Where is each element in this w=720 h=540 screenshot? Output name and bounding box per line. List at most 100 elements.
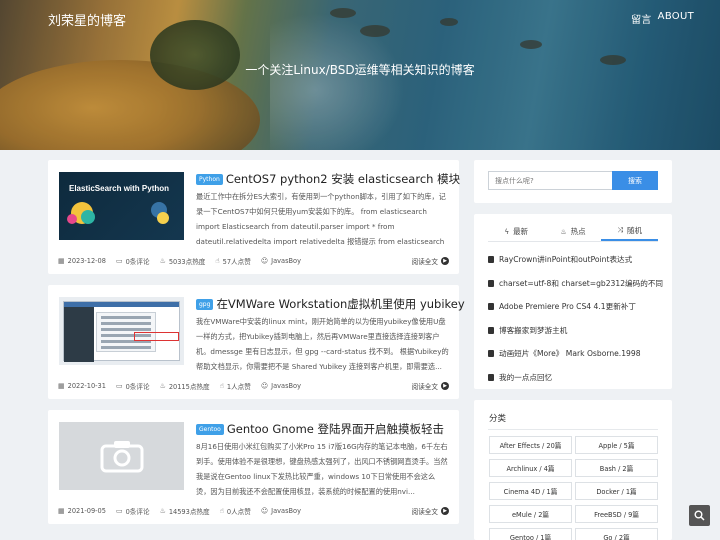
- read-more-link[interactable]: 阅读全文 ▶: [412, 506, 449, 516]
- category-link[interactable]: eMule / 2篇: [489, 505, 572, 523]
- site-tagline: 一个关注Linux/BSD运维等相关知识的博客: [245, 63, 475, 77]
- read-more-link[interactable]: 阅读全文 ▶: [412, 256, 449, 266]
- camera-icon: [100, 441, 143, 473]
- bolt-icon: ϟ: [504, 227, 510, 236]
- floating-search-button[interactable]: [689, 505, 710, 526]
- calendar-icon: ▦: [58, 382, 65, 390]
- thumbs-up-icon: ☝: [215, 257, 220, 265]
- arrow-right-icon: ▶: [441, 382, 449, 390]
- post-thumbnail[interactable]: [59, 422, 184, 490]
- post-tabs: ϟ 最新 ♨ 热点 ⤨ 随机: [488, 222, 659, 242]
- random-posts-list: RayCrown讲inPoint和outPoint表达式 charset=utf…: [488, 248, 664, 389]
- post-comments[interactable]: 0条评论: [126, 506, 150, 516]
- categories-title: 分类: [489, 414, 507, 424]
- user-icon: ☺: [260, 382, 269, 390]
- thumbnail-text: ElasticSearch with Python: [69, 184, 170, 193]
- search-input[interactable]: [488, 171, 612, 190]
- site-brand-link[interactable]: 刘荣星的博客: [48, 10, 126, 29]
- top-nav: 留言 ABOUT: [631, 11, 694, 26]
- book-icon: [488, 373, 494, 381]
- divider: [488, 429, 658, 430]
- search-icon: [694, 510, 705, 521]
- post-likes: 1人点赞: [226, 383, 251, 391]
- calendar-icon: ▦: [58, 257, 65, 265]
- categories-grid: After Effects / 20篇 Apple / 5篇 Archlinux…: [489, 436, 658, 540]
- fire-icon: ♨: [159, 507, 166, 515]
- book-icon: [488, 350, 494, 358]
- user-icon: ☺: [260, 257, 269, 265]
- user-icon: ☺: [260, 507, 269, 515]
- nav-link-about[interactable]: ABOUT: [658, 11, 694, 26]
- post-views: 20115点热度: [168, 383, 210, 391]
- list-item[interactable]: 博客搬家到梦游主机: [488, 319, 664, 343]
- post-title-link[interactable]: 在VMWare Workstation虚拟机里使用 yubikey: [216, 296, 464, 312]
- post-title-link[interactable]: Gentoo Gnome 登陆界面开启触摸板轻击: [227, 421, 444, 437]
- post-thumbnail[interactable]: [59, 297, 184, 365]
- comment-icon: ▭: [115, 257, 123, 265]
- book-icon: [488, 326, 494, 334]
- post-date: 2023-12-08: [67, 257, 106, 265]
- posts-tab-widget: ϟ 最新 ♨ 热点 ⤨ 随机 RayCrown讲inPoint和outPoint表达式…: [474, 214, 672, 389]
- thumbs-up-icon: ☝: [219, 382, 224, 390]
- shuffle-icon: ⤨: [617, 226, 623, 234]
- post-likes: 0人点赞: [226, 508, 251, 516]
- fire-icon: ♨: [159, 382, 166, 390]
- post-card: ElasticSearch with Python Python CentOS7…: [48, 160, 460, 274]
- categories-widget: 分类 After Effects / 20篇 Apple / 5篇 Archli…: [474, 400, 672, 540]
- post-card: gpg 在VMWare Workstation虚拟机里使用 yubikey 我在…: [48, 285, 465, 399]
- post-thumbnail[interactable]: ElasticSearch with Python: [59, 172, 184, 240]
- post-tag-badge[interactable]: Python: [196, 173, 223, 185]
- nav-link-guestbook[interactable]: 留言: [631, 11, 652, 26]
- list-item[interactable]: RayCrown讲inPoint和outPoint表达式: [488, 248, 664, 272]
- post-comments[interactable]: 0条评论: [126, 381, 150, 391]
- post-excerpt: 8月16日使用小米红包购买了小米Pro 15 i7版16G内存的笔记本电脑，6千…: [196, 442, 448, 496]
- post-views: 5033点热度: [168, 258, 206, 266]
- tab-latest[interactable]: ϟ 最新: [488, 222, 545, 241]
- read-more-link[interactable]: 阅读全文 ▶: [412, 381, 449, 391]
- book-icon: [488, 256, 494, 264]
- post-author[interactable]: JavasBoy: [271, 382, 301, 390]
- post-comments[interactable]: 0条评论: [126, 256, 150, 266]
- comment-icon: ▭: [115, 507, 123, 515]
- calendar-icon: ▦: [58, 507, 65, 515]
- post-author[interactable]: JavasBoy: [271, 257, 301, 265]
- category-link[interactable]: After Effects / 20篇: [489, 436, 572, 454]
- post-date: 2021-09-05: [67, 507, 106, 515]
- category-link[interactable]: FreeBSD / 9篇: [575, 505, 658, 523]
- category-link[interactable]: Bash / 2篇: [575, 459, 658, 477]
- book-icon: [488, 279, 494, 287]
- post-meta: ▦ 2021-09-05 ▭ 0条评论 ♨ 14593点热度 ☝ 0人点赞 ☺ Javas…: [58, 506, 449, 516]
- post-tag-badge[interactable]: Gentoo: [196, 423, 224, 435]
- post-meta: ▦ 2022-10-31 ▭ 0条评论 ♨ 20115点热度 ☝ 1人点赞 ☺ Javas…: [58, 381, 449, 391]
- fire-icon: ♨: [159, 257, 166, 265]
- fire-icon: ♨: [560, 227, 567, 236]
- list-item[interactable]: charset=utf-8和 charset=gb2312编码的不同: [488, 272, 664, 296]
- list-item[interactable]: 动画短片《More》 Mark Osborne.1998: [488, 342, 664, 366]
- hero-banner: 刘荣星的博客 留言 ABOUT 一个关注Linux/BSD运维等相关知识的博客: [0, 0, 720, 150]
- category-link[interactable]: Go / 2篇: [575, 528, 658, 540]
- list-item[interactable]: Adobe Premiere Pro CS4 4.1更新补丁: [488, 295, 664, 319]
- post-views: 14593点热度: [168, 508, 210, 516]
- arrow-right-icon: ▶: [441, 257, 449, 265]
- post-author[interactable]: JavasBoy: [271, 507, 301, 515]
- tab-random[interactable]: ⤨ 随机: [601, 222, 659, 241]
- category-link[interactable]: Cinema 4D / 1篇: [489, 482, 572, 500]
- category-link[interactable]: Gentoo / 1篇: [489, 528, 572, 540]
- post-meta: ▦ 2023-12-08 ▭ 0条评论 ♨ 5033点热度 ☝ 57人点赞 ☺ Javas…: [58, 256, 449, 266]
- thumbs-up-icon: ☝: [219, 507, 224, 515]
- post-likes: 57人点赞: [222, 258, 251, 266]
- tab-hot[interactable]: ♨ 热点: [545, 222, 602, 241]
- search-button[interactable]: 搜索: [612, 171, 658, 190]
- post-date: 2022-10-31: [67, 382, 106, 390]
- post-tag-badge[interactable]: gpg: [196, 298, 214, 310]
- category-link[interactable]: Docker / 1篇: [575, 482, 658, 500]
- post-excerpt: 我在VMWare中安装的linux mint，刚开始简单的以为使用yubikey…: [196, 317, 449, 371]
- post-title-link[interactable]: CentOS7 python2 安装 elasticsearch 模块: [226, 171, 460, 187]
- post-excerpt: 最近工作中在拆分ES大索引，有使用到一个python脚本，引用了如下的库，记录一…: [196, 192, 446, 246]
- category-link[interactable]: Apple / 5篇: [575, 436, 658, 454]
- screenshot-window: [63, 301, 180, 362]
- category-link[interactable]: Archlinux / 4篇: [489, 459, 572, 477]
- book-icon: [488, 303, 494, 311]
- comment-icon: ▭: [115, 382, 123, 390]
- list-item[interactable]: 我的一点点回忆: [488, 366, 664, 390]
